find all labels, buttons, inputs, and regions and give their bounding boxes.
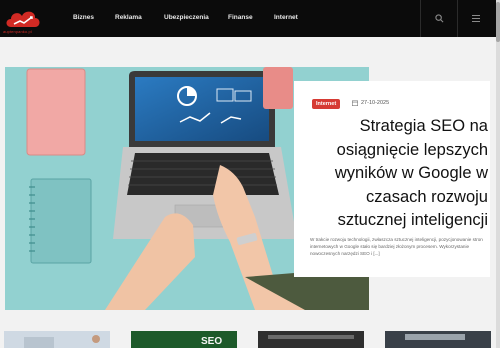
article-title[interactable]: Strategia SEO na osiągnięcie lepszych wy… (310, 115, 488, 233)
menu-button[interactable] (458, 0, 494, 37)
search-icon (434, 14, 443, 23)
scrollbar-thumb[interactable] (496, 2, 500, 42)
office-photo-image (258, 331, 364, 348)
workspace-photo-image (385, 331, 491, 348)
site-header: auptenpanko.pl Biznes Reklama Ubezpiecze… (0, 0, 500, 37)
featured-article-card: Internet 27-10-2025 Strategia SEO na osi… (294, 81, 490, 277)
article-thumbnail-2[interactable]: SEO (131, 331, 237, 348)
logo-text: auptenpanko.pl (3, 29, 32, 34)
nav-item-finanse[interactable]: Finanse (228, 14, 253, 21)
article-date: 27-10-2025 (352, 100, 389, 106)
article-date-text: 27-10-2025 (361, 100, 390, 106)
article-excerpt: W trakcie rozwoju technologii, zwłaszcza… (310, 237, 483, 257)
category-badge[interactable]: Internet (312, 99, 341, 109)
search-button[interactable] (421, 0, 457, 37)
nav-item-internet[interactable]: Internet (274, 14, 298, 21)
people-photo-image (4, 331, 110, 348)
nav-item-reklama[interactable]: Reklama (115, 14, 142, 21)
calendar-icon (352, 100, 358, 106)
nav-item-biznes[interactable]: Biznes (73, 14, 94, 21)
thumbnail-label: SEO (201, 336, 223, 347)
article-thumbnail-4[interactable] (385, 331, 491, 348)
scrollbar-track[interactable] (496, 0, 500, 348)
hamburger-menu-icon (472, 15, 480, 22)
article-thumbnail-3[interactable] (258, 331, 364, 348)
site-logo[interactable]: auptenpanko.pl (0, 0, 46, 37)
nav-item-ubezpieczenia[interactable]: Ubezpieczenia (164, 14, 209, 21)
article-thumbnail-1[interactable] (4, 331, 110, 348)
